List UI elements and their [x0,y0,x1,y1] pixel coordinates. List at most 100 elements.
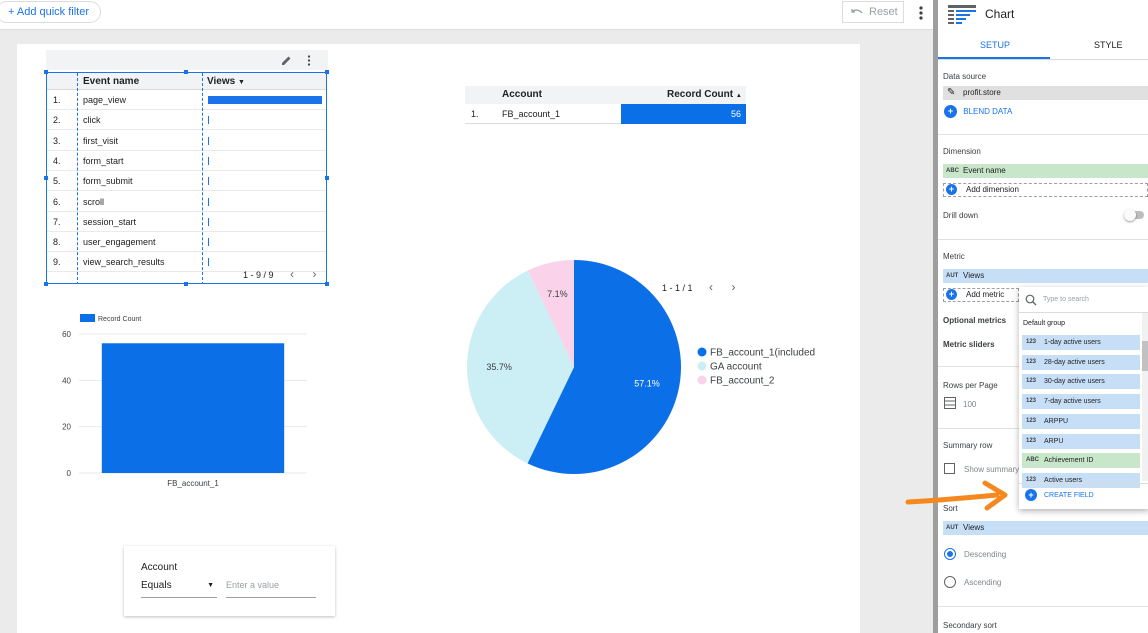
more-vert-icon[interactable] [306,55,312,66]
row-number: 9. [53,257,61,268]
pie-chart[interactable]: 57.1% 35.7% 7.1% FB_account_1(included) GA a… [465,258,815,478]
scrollbar-thumb[interactable] [1142,341,1148,371]
column-header-views[interactable]: Views ▼ [207,76,245,87]
field-option[interactable]: ABC Achievement ID [1022,453,1140,469]
event-table[interactable]: Event name Views ▼ 1. page_view 2. click 3. f… [46,72,327,284]
resize-handle[interactable] [44,282,48,286]
bar[interactable] [101,343,285,473]
create-field-button[interactable]: + CREATE FIELD [1019,483,1148,509]
column-divider [77,73,78,283]
legend-label: Record Count [98,316,141,323]
legend-swatch [80,314,95,322]
more-vert-icon[interactable] [914,4,928,22]
table-row[interactable]: 1. FB_account_1 56 [465,104,746,124]
chevron-right-icon[interactable]: › [732,280,736,294]
views-bar [208,136,209,145]
reset-button[interactable]: Reset [842,1,904,23]
resize-handle[interactable] [325,176,329,180]
row-number: 6. [53,196,61,207]
table-row[interactable]: 6. scroll [47,192,326,212]
account-cell: FB_account_1 [502,109,561,119]
number-type-icon: 123 [1026,437,1037,444]
table-row[interactable]: 7. session_start [47,212,326,232]
tab-setup[interactable]: SETUP [980,40,1010,50]
table-row[interactable]: 5. form_submit [47,171,326,192]
table-chart-icon [948,5,976,24]
chevron-right-icon[interactable]: › [313,267,317,281]
chevron-left-icon[interactable]: ‹ [709,280,713,294]
resize-handle[interactable] [44,70,48,74]
tab-style[interactable]: STYLE [1094,40,1123,50]
dimension-chip[interactable]: ABC Event name [943,164,1148,178]
number-type-icon: 123 [1026,417,1037,424]
resize-handle[interactable] [184,282,188,286]
event-name-cell: form_submit [83,176,133,187]
table-row[interactable]: 3. first_visit [47,131,326,151]
panel-tabs: SETUP STYLE [938,34,1148,60]
field-option[interactable]: 123 28-day active users [1022,354,1140,370]
row-number: 7. [53,216,61,227]
filter-control[interactable]: Account Equals ▼ Enter a value [124,546,335,616]
add-dimension-button[interactable]: + Add dimension [943,183,1148,197]
caret-up-icon: ▲ [735,93,742,99]
add-quick-filter-button[interactable]: + Add quick filter [0,1,102,23]
divider [938,134,1148,135]
row-number: 2. [53,115,61,126]
event-name-cell: user_engagement [83,237,156,248]
arrow-annotation-icon [905,480,1008,511]
bar-chart[interactable]: Record Count 0 20 40 60 FB_account_1 [55,310,315,500]
resize-handle[interactable] [325,70,329,74]
descending-label: Descending [964,550,1007,559]
descending-radio[interactable] [944,548,956,560]
sort-field-chip[interactable]: AUT Views [943,521,1148,535]
field-option[interactable]: 123 ARPPU [1022,413,1140,429]
field-option[interactable]: 123 1-day active users [1022,335,1140,350]
add-metric-button[interactable]: + Add metric [943,288,1019,302]
resize-handle[interactable] [184,70,188,74]
table-row[interactable]: 4. form_start [47,151,326,171]
resize-handle[interactable] [325,282,329,286]
number-type-icon: 123 [1026,378,1037,385]
dimension-name: Event name [963,166,1006,175]
field-search[interactable]: Type to search [1019,287,1148,313]
table-rows-icon [944,397,956,409]
table-row[interactable]: 2. click [47,110,326,131]
undo-icon [851,8,863,14]
account-table[interactable]: Account Record Count ▲ 1. FB_account_1 5… [465,86,746,124]
field-option-label: ARPU [1044,437,1064,445]
field-option[interactable]: 123 ARPU [1022,433,1140,449]
chevron-left-icon[interactable]: ‹ [290,267,294,281]
add-circle-icon: + [944,105,957,118]
field-option[interactable]: 123 7-day active users [1022,394,1140,410]
field-option[interactable]: 123 30-day active users [1022,374,1140,390]
blend-data-button[interactable]: + BLEND DATA [944,105,1012,118]
pencil-icon: ✎ [947,87,956,98]
column-header-record-count[interactable]: Record Count ▲ [667,89,742,100]
column-header-event-name[interactable]: Event name [83,76,139,87]
table-row[interactable]: 8. user_engagement [47,232,326,253]
table-row[interactable]: 1. page_view [47,90,326,110]
rows-per-page-input[interactable]: 100 [963,400,976,409]
drill-down-toggle[interactable] [1124,209,1144,221]
show-summary-checkbox[interactable] [944,463,955,474]
ascending-radio[interactable] [944,576,956,588]
filter-value-input[interactable]: Enter a value [226,580,316,598]
resize-handle[interactable] [44,176,48,180]
metric-chip[interactable]: AUT Views [943,269,1148,283]
operator-select[interactable]: Equals ▼ [141,580,217,598]
number-type-icon: 123 [1026,398,1037,405]
search-input[interactable]: Type to search [1043,296,1089,303]
pencil-icon[interactable] [281,55,292,66]
views-bar [208,258,209,267]
show-summary-label: Show summary [964,465,1020,474]
add-circle-icon: + [946,184,957,195]
legend-label: FB_account_2 [710,376,775,387]
scrollbar[interactable] [1142,313,1148,481]
rows-per-page-label: Rows per Page [943,381,998,390]
metric-label: Metric [943,252,965,261]
column-header-account[interactable]: Account [502,89,542,100]
data-source-name: profit.store [963,88,1001,97]
ascending-label: Ascending [964,578,1002,587]
data-source-chip[interactable]: ✎ profit.store [943,86,1148,100]
field-option-label: 28-day active users [1044,358,1105,366]
